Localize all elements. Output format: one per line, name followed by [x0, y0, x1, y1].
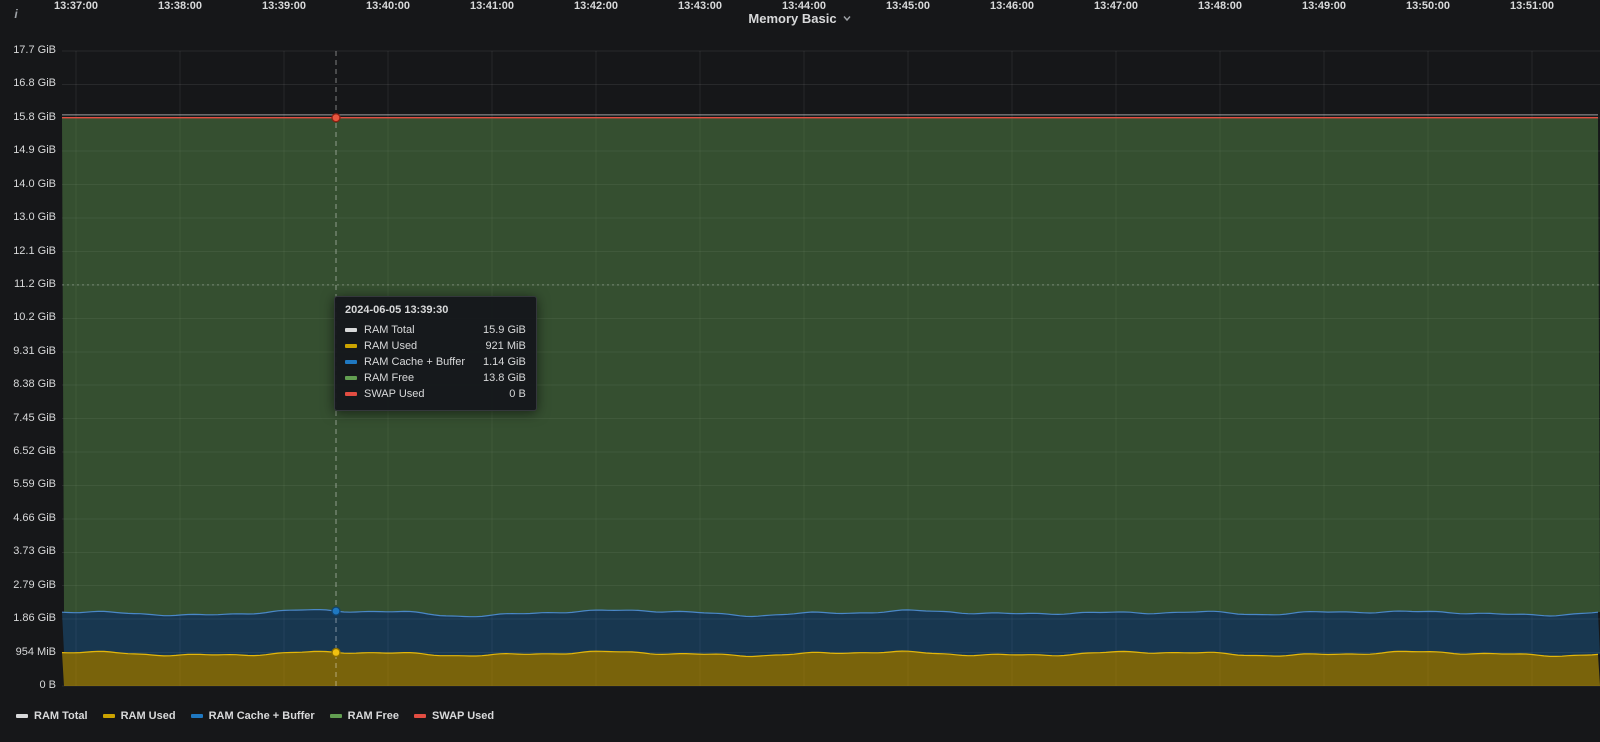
tooltip-series-label: RAM Total: [364, 324, 415, 336]
tooltip-row: RAM Free 13.8 GiB: [345, 370, 526, 386]
legend-item[interactable]: SWAP Used: [414, 710, 494, 722]
tooltip-series-value: 1.14 GiB: [483, 356, 526, 368]
tooltip-rows: RAM Total 15.9 GiB RAM Used 921 MiB RAM Cach…: [345, 322, 526, 402]
y-tick-label: 954 MiB: [0, 646, 56, 658]
y-tick-label: 14.9 GiB: [0, 144, 56, 156]
y-tick-label: 17.7 GiB: [0, 44, 56, 56]
legend-item[interactable]: RAM Free: [330, 710, 399, 722]
panel-title: Memory Basic: [748, 11, 836, 26]
legend-color-swatch: [414, 714, 426, 718]
y-tick-label: 9.31 GiB: [0, 345, 56, 357]
legend-item[interactable]: RAM Used: [103, 710, 176, 722]
y-tick-label: 15.8 GiB: [0, 111, 56, 123]
memory-chart[interactable]: [0, 0, 1600, 742]
y-tick-label: 2.79 GiB: [0, 579, 56, 591]
y-tick-label: 8.38 GiB: [0, 378, 56, 390]
y-tick-label: 16.8 GiB: [0, 77, 56, 89]
y-tick-label: 6.52 GiB: [0, 445, 56, 457]
legend-label: SWAP Used: [432, 710, 494, 722]
y-tick-label: 10.2 GiB: [0, 311, 56, 323]
legend-label: RAM Free: [348, 710, 399, 722]
series-color-swatch: [345, 376, 357, 380]
y-tick-label: 11.2 GiB: [0, 278, 56, 290]
tooltip-row: RAM Total 15.9 GiB: [345, 322, 526, 338]
legend-color-swatch: [330, 714, 342, 718]
y-tick-label: 14.0 GiB: [0, 178, 56, 190]
series-color-swatch: [345, 328, 357, 332]
tooltip-series-value: 921 MiB: [485, 340, 525, 352]
tooltip-series-value: 13.8 GiB: [483, 372, 526, 384]
legend: RAM Total RAM Used RAM Cache + Buffer RAM F…: [16, 706, 494, 726]
legend-item[interactable]: RAM Total: [16, 710, 88, 722]
tooltip-row: RAM Cache + Buffer 1.14 GiB: [345, 354, 526, 370]
legend-label: RAM Cache + Buffer: [209, 710, 315, 722]
tooltip-series-label: RAM Cache + Buffer: [364, 356, 465, 368]
tooltip-series-value: 0 B: [509, 388, 526, 400]
y-tick-label: 7.45 GiB: [0, 412, 56, 424]
tooltip-series-label: RAM Free: [364, 372, 414, 384]
tooltip-row: SWAP Used 0 B: [345, 386, 526, 402]
tooltip-series-label: SWAP Used: [364, 388, 425, 400]
panel-header[interactable]: Memory Basic: [0, 0, 1600, 36]
tooltip-series-label: RAM Used: [364, 340, 417, 352]
chevron-down-icon: [842, 10, 852, 28]
y-tick-label: 1.86 GiB: [0, 612, 56, 624]
info-icon: i: [14, 7, 17, 21]
series-color-swatch: [345, 360, 357, 364]
legend-label: RAM Total: [34, 710, 88, 722]
y-tick-label: 4.66 GiB: [0, 512, 56, 524]
legend-label: RAM Used: [121, 710, 176, 722]
panel-info-icon[interactable]: i: [7, 5, 25, 23]
y-tick-label: 5.59 GiB: [0, 478, 56, 490]
tooltip-series-value: 15.9 GiB: [483, 324, 526, 336]
y-tick-label: 12.1 GiB: [0, 245, 56, 257]
y-tick-label: 3.73 GiB: [0, 545, 56, 557]
tooltip-timestamp: 2024-06-05 13:39:30: [345, 304, 526, 316]
legend-color-swatch: [103, 714, 115, 718]
legend-color-swatch: [191, 714, 203, 718]
series-color-swatch: [345, 392, 357, 396]
chart-tooltip: 2024-06-05 13:39:30 RAM Total15.9 GiBRAM…: [334, 296, 537, 411]
series-color-swatch: [345, 344, 357, 348]
y-tick-label: 13.0 GiB: [0, 211, 56, 223]
y-tick-label: 0 B: [0, 679, 56, 691]
legend-color-swatch: [16, 714, 28, 718]
legend-item[interactable]: RAM Cache + Buffer: [191, 710, 315, 722]
tooltip-row: RAM Used 921 MiB: [345, 338, 526, 354]
